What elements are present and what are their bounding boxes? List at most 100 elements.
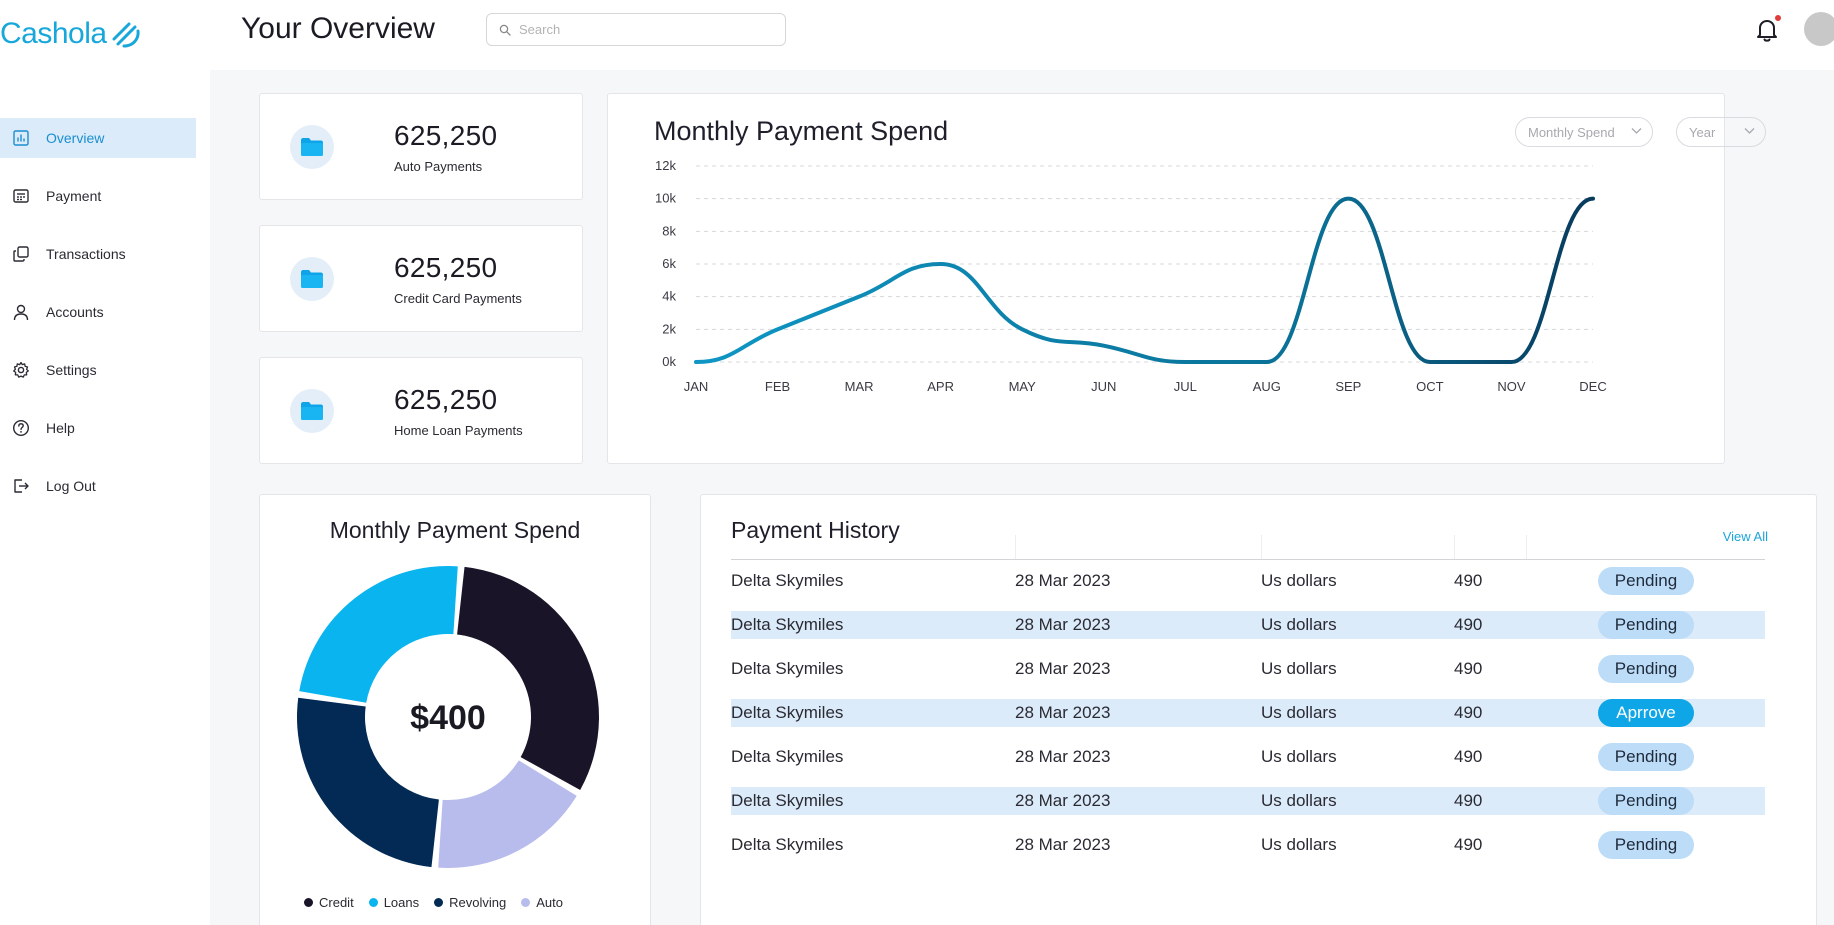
notification-dot [1775, 15, 1781, 21]
payee-cell: Delta Skymiles [731, 571, 844, 590]
x-tick-label: MAY [1009, 379, 1037, 394]
legend-swatch [368, 898, 378, 907]
y-tick-label: 4k [662, 289, 676, 304]
currency-cell: Us dollars [1261, 747, 1337, 766]
y-tick-label: 6k [662, 256, 676, 271]
stat-card-auto-payments[interactable]: 625,250 Auto Payments [259, 93, 583, 200]
sidebar-item-payment[interactable]: Payment [0, 176, 196, 216]
sidebar-item-transactions[interactable]: Transactions [0, 234, 196, 274]
currency-cell: Us dollars [1261, 615, 1337, 634]
x-tick-label: JUL [1174, 379, 1197, 394]
amount-cell: 490 [1454, 747, 1483, 766]
y-tick-label: 8k [662, 223, 676, 238]
amount-cell: 490 [1454, 703, 1483, 722]
x-tick-label: JAN [684, 379, 709, 394]
sidebar-item-label: Overview [46, 130, 105, 146]
stat-label: Credit Card Payments [394, 291, 522, 306]
avatar[interactable] [1804, 12, 1834, 46]
x-tick-label: APR [927, 379, 954, 394]
chevron-down-icon [1744, 128, 1755, 134]
legend-item-auto: Auto [521, 895, 563, 910]
sidebar-item-overview[interactable]: Overview [0, 118, 196, 158]
status-badge[interactable]: Pending [1598, 787, 1694, 815]
legend-item-credit: Credit [304, 895, 354, 910]
sidebar-item-help[interactable]: Help [0, 408, 196, 448]
stat-value: 625,250 [394, 384, 498, 415]
y-tick-label: 10k [655, 191, 676, 206]
main-content: 625,250 Auto Payments 625,250 Credit Car… [210, 70, 1834, 925]
folder-icon [290, 125, 334, 169]
y-tick-label: 2k [662, 321, 676, 336]
table-row[interactable]: Delta Skymiles 28 Mar 2023 Us dollars 49… [731, 699, 1765, 727]
logout-icon [14, 479, 29, 493]
table-row[interactable]: Delta Skymiles 28 Mar 2023 Us dollars 49… [731, 567, 1765, 595]
legend-label: Loans [383, 895, 420, 910]
x-tick-label: AUG [1253, 379, 1281, 394]
x-tick-label: SEP [1335, 379, 1361, 394]
amount-cell: 490 [1454, 571, 1483, 590]
search-input[interactable] [519, 22, 769, 37]
search-icon [499, 24, 511, 36]
table-row[interactable]: Delta Skymiles 28 Mar 2023 Us dollars 49… [731, 743, 1765, 771]
sidebar-item-label: Log Out [46, 478, 96, 494]
donut-chart: $400 [297, 566, 599, 868]
stat-label: Auto Payments [394, 159, 483, 174]
status-badge[interactable]: Pending [1598, 743, 1694, 771]
sidebar-item-logout[interactable]: Log Out [0, 466, 196, 506]
legend-swatch [304, 898, 313, 907]
series-line [694, 196, 1595, 365]
sidebar-item-label: Transactions [46, 246, 126, 262]
payee-cell: Delta Skymiles [731, 835, 844, 854]
payment-history-card: Payment History View All Delta Skymiles … [700, 494, 1817, 925]
amount-cell: 490 [1454, 835, 1483, 854]
amount-cell: 490 [1454, 615, 1483, 634]
table-row[interactable]: Delta Skymiles 28 Mar 2023 Us dollars 49… [731, 787, 1765, 815]
sidebar-item-label: Help [46, 420, 75, 436]
sidebar-item-label: Accounts [46, 304, 104, 320]
legend-swatch [434, 898, 444, 907]
y-tick-label: 0k [662, 354, 676, 369]
column-divider [1526, 535, 1527, 559]
legend-swatch [521, 898, 531, 907]
amount-cell: 490 [1454, 659, 1483, 678]
payee-cell: Delta Skymiles [731, 659, 844, 678]
table-row[interactable]: Delta Skymiles 28 Mar 2023 Us dollars 49… [731, 611, 1765, 639]
status-badge[interactable]: Pending [1598, 655, 1694, 683]
currency-cell: Us dollars [1261, 835, 1337, 854]
sidebar-item-settings[interactable]: Settings [0, 350, 196, 390]
donut-slice-loans[interactable] [299, 566, 458, 703]
brand-logo[interactable]: Cashola [0, 14, 141, 54]
table-row[interactable]: Delta Skymiles 28 Mar 2023 Us dollars 49… [731, 831, 1765, 859]
status-badge[interactable]: Pending [1598, 611, 1694, 639]
x-tick-label: DEC [1579, 379, 1606, 394]
table-row[interactable]: Delta Skymiles 28 Mar 2023 Us dollars 49… [731, 655, 1765, 683]
line-chart: 0k 2k 4k 6k 8k 10k 12k JAN FEB MAR APR MAY JUN JUL AUG… [655, 158, 1607, 394]
date-cell: 28 Mar 2023 [1015, 571, 1111, 590]
search-bar[interactable] [486, 13, 786, 46]
table-header [731, 535, 1765, 560]
stat-value: 625,250 [394, 252, 498, 283]
legend-item-loans: Loans [368, 895, 420, 910]
notification-bell-icon[interactable] [1755, 17, 1779, 43]
date-cell: 28 Mar 2023 [1015, 615, 1111, 634]
gear-icon [13, 361, 29, 378]
copy-icon [13, 246, 29, 262]
x-tick-label: FEB [765, 379, 790, 394]
date-cell: 28 Mar 2023 [1015, 747, 1111, 766]
stat-card-home-loan-payments[interactable]: 625,250 Home Loan Payments [259, 357, 583, 464]
brand-name: Cashola [0, 17, 107, 50]
status-badge[interactable]: Aprrove [1598, 699, 1694, 727]
sidebar-item-accounts[interactable]: Accounts [0, 292, 196, 332]
chart-legend: Credit Loans Revolving Auto [304, 895, 563, 910]
date-cell: 28 Mar 2023 [1015, 703, 1111, 722]
legend-item-revolving: Revolving [434, 895, 506, 910]
payee-cell: Delta Skymiles [731, 615, 844, 634]
donut-slice-credit[interactable] [457, 566, 599, 791]
payee-cell: Delta Skymiles [731, 703, 844, 722]
folder-icon [290, 389, 334, 433]
x-tick-label: JUN [1091, 379, 1116, 394]
status-badge[interactable]: Pending [1598, 567, 1694, 595]
status-badge[interactable]: Pending [1598, 831, 1694, 859]
x-tick-label: NOV [1497, 379, 1526, 394]
stat-card-credit-card-payments[interactable]: 625,250 Credit Card Payments [259, 225, 583, 332]
